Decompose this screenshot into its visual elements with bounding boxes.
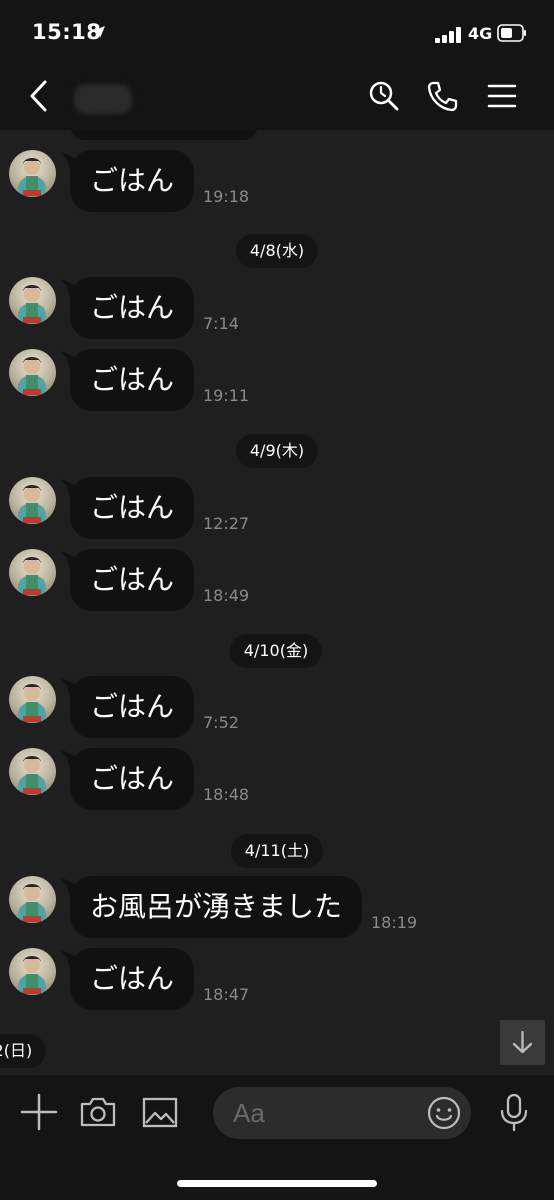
message-timestamp: 12:27	[203, 514, 250, 533]
message-bubble[interactable]: ごはん	[70, 748, 195, 810]
avatar[interactable]	[9, 748, 56, 795]
message-row: ごはん 12:27	[0, 477, 554, 541]
plus-icon[interactable]	[19, 1092, 59, 1132]
home-indicator	[177, 1180, 377, 1187]
avatar[interactable]	[9, 150, 56, 197]
message-bubble[interactable]: お風呂が湧きました	[70, 876, 363, 938]
message-timestamp: 7:52	[203, 713, 239, 732]
message-list[interactable]: ごはん 19:18 4/8(水) ごはん 7:14 ごはん 19:11 4/9(木) ごはん 12…	[0, 130, 554, 1075]
message-bubble[interactable]: ごはん	[70, 549, 195, 611]
message-row: お風呂が湧きました 18:19	[0, 876, 554, 940]
battery-icon	[497, 24, 526, 42]
message-bubble[interactable]: ごはん	[70, 477, 195, 539]
signal-icon	[435, 27, 461, 43]
scroll-to-bottom-button[interactable]	[500, 1020, 545, 1065]
date-separator: 4/8(水)	[235, 234, 319, 268]
chevron-left-icon[interactable]	[22, 78, 58, 114]
message-timestamp: 19:11	[203, 386, 250, 405]
location-arrow-icon	[93, 26, 105, 38]
avatar[interactable]	[9, 477, 56, 524]
avatar[interactable]	[9, 676, 56, 723]
status-time: 15:18	[32, 20, 102, 44]
status-bar: 15:18 4G	[0, 0, 554, 64]
message-bubble[interactable]: ごはん	[70, 676, 195, 738]
message-row: ごはん 7:14	[0, 277, 554, 341]
message-bubble[interactable]: ごはん	[70, 277, 195, 339]
contact-name-redacted	[74, 84, 132, 114]
microphone-icon[interactable]	[494, 1092, 534, 1132]
date-separator: 4/12(日)	[0, 1034, 47, 1068]
message-bubble[interactable]: ごはん	[70, 948, 195, 1010]
search-icon[interactable]	[366, 78, 402, 114]
message-timestamp: 18:48	[203, 785, 250, 804]
message-bubble[interactable]: ごはん	[70, 150, 195, 212]
image-icon[interactable]	[140, 1092, 180, 1132]
menu-icon[interactable]	[484, 78, 520, 114]
emoji-icon[interactable]	[426, 1095, 462, 1131]
message-row: ごはん 18:49	[0, 549, 554, 613]
date-separator: 4/9(木)	[235, 434, 319, 468]
message-row: ごはん 19:18	[0, 150, 554, 214]
network-type: 4G	[468, 24, 493, 43]
arrow-down-icon	[512, 1030, 533, 1054]
avatar[interactable]	[9, 948, 56, 995]
message-timestamp: 7:14	[203, 314, 239, 333]
date-separator: 4/11(土)	[230, 834, 324, 868]
message-row: ごはん 7:52	[0, 676, 554, 740]
message-timestamp: 18:19	[371, 913, 418, 932]
date-separator: 4/10(金)	[229, 634, 323, 668]
message-bubble[interactable]: ごはん	[70, 349, 195, 411]
message-timestamp: 18:47	[203, 985, 250, 1004]
message-timestamp: 18:49	[203, 586, 250, 605]
message-row: ごはん 18:48	[0, 748, 554, 812]
previous-message-bubble	[70, 130, 258, 140]
chat-header	[0, 64, 554, 130]
avatar[interactable]	[9, 876, 56, 923]
avatar[interactable]	[9, 349, 56, 396]
camera-icon[interactable]	[78, 1092, 118, 1132]
avatar[interactable]	[9, 277, 56, 324]
message-row: ごはん 19:11	[0, 349, 554, 413]
message-timestamp: 19:18	[203, 187, 250, 206]
phone-icon[interactable]	[424, 78, 460, 114]
avatar[interactable]	[9, 549, 56, 596]
message-row: ごはん 18:47	[0, 948, 554, 1012]
